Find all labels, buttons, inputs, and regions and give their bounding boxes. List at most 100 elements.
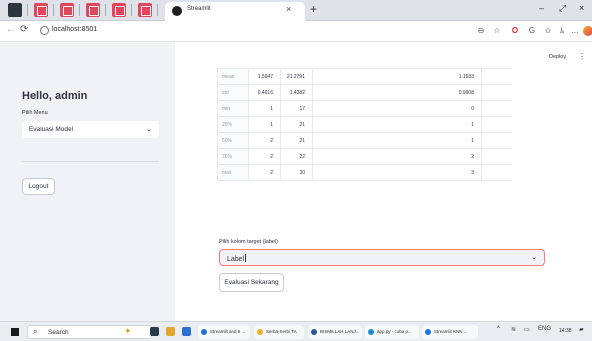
main-area: Deploy ⋮ mean 1.5947 21.2791 1.1933 std 0.491… [175, 42, 592, 321]
logout-button[interactable]: Logout [22, 178, 55, 195]
taskbar-clock[interactable]: 14:38 [559, 328, 572, 334]
windows-taskbar: ⌕ Search ✦ Streamlit and 6 ... Serba-Serb… [0, 321, 592, 341]
taskbar-app-label: Streamlit and 6 ... [210, 329, 246, 334]
chevron-down-icon: ⌄ [146, 126, 152, 133]
row-header: max [217, 164, 249, 181]
tab-title: Streamlit [187, 6, 211, 12]
network-icon[interactable]: ≋ [511, 326, 516, 333]
table-cell [481, 68, 512, 85]
task-view-icon[interactable] [150, 327, 159, 336]
tab-separator [157, 4, 158, 16]
menu-select-label: Pilih Menu [22, 110, 48, 116]
tab-separator [131, 4, 132, 16]
search-icon: ⌕ [33, 327, 38, 336]
translate-icon[interactable]: ⊖ [476, 26, 486, 36]
table-cell: 21 [280, 132, 313, 149]
table-cell [481, 116, 512, 133]
table-row: max 2 30 3 [217, 164, 512, 181]
row-header: 75% [217, 148, 249, 165]
address-bar[interactable]: localhost:8501 [52, 26, 97, 33]
table-cell: 1 [312, 116, 482, 133]
table-cell: 3 [312, 164, 482, 181]
back-arrow-icon[interactable]: ← [6, 24, 16, 35]
table-row: mean 1.5947 21.2791 1.1933 [217, 68, 512, 85]
row-header: mean [217, 68, 249, 85]
table-cell: 21 [280, 116, 313, 133]
taskbar-app-item[interactable]: Streamlit and 6 ... [198, 325, 250, 339]
new-tab-button[interactable]: + [310, 2, 317, 16]
menu-select[interactable]: Evaluasi Model ⌄ [22, 121, 159, 138]
app-icon [368, 329, 374, 335]
taskbar-search[interactable]: ⌕ Search [27, 325, 152, 339]
app-icon [425, 329, 431, 335]
window-icon[interactable] [8, 3, 22, 17]
menu-select-value: Evaluasi Model [29, 126, 74, 133]
taskbar-app-item[interactable]: BISMILLAH LANJ... [308, 325, 362, 339]
main-menu-icon[interactable]: ⋮ [578, 52, 586, 61]
extensions-icon[interactable]: ﾑ [557, 26, 567, 36]
pinned-tab-icon[interactable] [138, 3, 152, 17]
table-cell: 21.2791 [280, 68, 313, 85]
row-header: min [217, 100, 249, 117]
widgets-icon[interactable]: ✦ [124, 326, 132, 337]
greeting-heading: Hello, admin [22, 90, 88, 102]
close-tab-button[interactable]: × [286, 4, 291, 14]
tab-separator [79, 4, 80, 16]
describe-table: mean 1.5947 21.2791 1.1933 std 0.4916 1.4382 0.… [217, 68, 512, 181]
pinned-tab-icon[interactable] [86, 3, 100, 17]
target-select[interactable]: Label ⌄ [219, 249, 545, 266]
evaluate-button[interactable]: Evaluasi Sekarang [219, 273, 284, 292]
chrome-icon[interactable] [166, 327, 175, 336]
reload-icon[interactable]: ⟳ [20, 24, 28, 35]
battery-icon[interactable]: ▭ [524, 326, 530, 333]
streamlit-favicon-icon [172, 6, 182, 16]
search-placeholder: Search [48, 329, 69, 336]
windows-start-icon[interactable] [11, 328, 19, 336]
favorites-icon[interactable]: ✩ [543, 26, 553, 36]
pinned-tab-icon[interactable] [60, 3, 74, 17]
language-indicator[interactable]: ENG [538, 326, 551, 332]
chevron-down-icon: ⌄ [531, 254, 537, 261]
table-cell: 1 [312, 132, 482, 149]
text-cursor [245, 254, 247, 262]
maximize-button[interactable]: ⤢ [559, 3, 566, 14]
notification-icon[interactable]: ▰ [579, 326, 584, 333]
table-cell: 1.4382 [280, 84, 313, 101]
taskbar-app-item[interactable]: app.py - coba p... [365, 325, 419, 339]
deploy-button[interactable]: Deploy [549, 54, 566, 60]
taskbar-app-item[interactable]: Serba-Serbi TA [254, 325, 304, 339]
table-cell: 2 [248, 148, 281, 165]
table-cell [481, 84, 512, 101]
taskbar-app-label: app.py - coba p... [377, 329, 412, 334]
minimize-button[interactable]: – [539, 3, 544, 13]
pinned-tab-icon[interactable] [112, 3, 126, 17]
taskbar-app-label: Serba-Serbi TA [266, 329, 297, 334]
pinned-tab-icon[interactable] [34, 3, 48, 17]
site-info-icon[interactable] [40, 26, 49, 35]
table-cell: 0.9908 [312, 84, 482, 101]
table-cell: 17 [280, 100, 313, 117]
copilot-icon[interactable] [583, 26, 592, 36]
active-tab[interactable]: Streamlit × [165, 2, 305, 21]
tab-separator [53, 4, 54, 16]
row-header: 50% [217, 132, 249, 149]
tray-expand-icon[interactable]: ^ [497, 326, 500, 332]
more-options-icon[interactable]: … [570, 26, 580, 36]
table-row: 50% 2 21 1 [217, 132, 512, 149]
table-cell: 0.4916 [248, 84, 281, 101]
close-window-button[interactable]: × [579, 3, 584, 13]
refresh-extension-icon[interactable]: G [527, 26, 537, 36]
table-cell: 2 [248, 132, 281, 149]
sidebar-divider [22, 161, 159, 162]
table-cell [481, 100, 512, 117]
edge-icon[interactable] [182, 327, 191, 336]
bookmark-star-icon[interactable]: ☆ [492, 26, 502, 36]
table-cell: 1.5947 [248, 68, 281, 85]
app-icon [311, 329, 317, 335]
table-row: 75% 2 22 2 [217, 148, 512, 165]
opera-extension-icon[interactable]: O [510, 26, 520, 36]
sidebar: Hello, admin Pilih Menu Evaluasi Model ⌄… [0, 42, 175, 321]
taskbar-app-item[interactable]: Streamlit KNN ... [422, 325, 478, 339]
table-cell: 2 [312, 148, 482, 165]
table-cell: 22 [280, 148, 313, 165]
